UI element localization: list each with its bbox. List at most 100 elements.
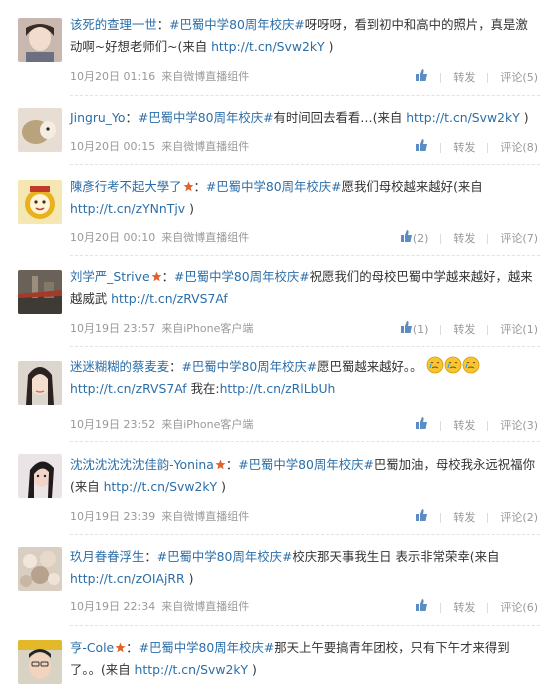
weibo-feed: 该死的查理一世：#巴蜀中学80周年校庆#呀呀呀，看到初中和高中的照片，真是激动啊… bbox=[0, 0, 550, 690]
repost-button[interactable]: 转发 bbox=[453, 600, 475, 616]
post-divider bbox=[70, 625, 540, 627]
topic-hashtag-link[interactable]: #巴蜀中学80周年校庆# bbox=[174, 269, 310, 284]
repost-button[interactable]: 转发 bbox=[453, 322, 475, 338]
post-time[interactable]: 10月20日 00:10 bbox=[70, 231, 155, 244]
post-meta: 10月19日 23:52 来自iPhone客户端 转发 评论(3) bbox=[70, 417, 538, 433]
post-time[interactable]: 10月19日 23:57 bbox=[70, 322, 155, 335]
user-name-link[interactable]: 迷迷糊糊的蔡麦麦 bbox=[70, 359, 169, 374]
like-count: (1) bbox=[412, 323, 429, 336]
repost-button[interactable]: 转发 bbox=[453, 140, 475, 156]
name-separator: ： bbox=[144, 549, 157, 564]
comment-button[interactable]: 评论(7) bbox=[500, 231, 538, 247]
post-actions: 转发 评论(6) bbox=[415, 599, 538, 615]
avatar[interactable] bbox=[18, 361, 62, 405]
avatar[interactable] bbox=[18, 18, 62, 62]
like-button[interactable] bbox=[415, 509, 428, 526]
topic-hashtag-link[interactable]: #巴蜀中学80周年校庆# bbox=[139, 640, 275, 655]
divider bbox=[487, 72, 489, 83]
crying-face-icon bbox=[463, 356, 480, 374]
post-source[interactable]: 来自微博直播组件 bbox=[161, 600, 249, 613]
like-button[interactable]: (1) bbox=[400, 321, 429, 338]
user-name-link[interactable]: 陳彥行考不起大學了 bbox=[70, 179, 182, 194]
avatar[interactable] bbox=[18, 640, 62, 684]
short-url-link[interactable]: http://t.cn/zRVS7Af bbox=[111, 291, 228, 306]
comment-button[interactable]: 评论(8) bbox=[500, 140, 538, 156]
topic-hashtag-link[interactable]: #巴蜀中学80周年校庆# bbox=[138, 110, 274, 125]
short-url-link[interactable]: http://t.cn/zYNnTjv bbox=[70, 201, 185, 216]
repost-button[interactable]: 转发 bbox=[453, 231, 475, 247]
post-source[interactable]: 来自微博直播组件 bbox=[161, 231, 249, 244]
comment-button[interactable]: 评论(2) bbox=[500, 510, 538, 526]
post-actions: (1) 转发 评论(1) bbox=[400, 321, 538, 337]
topic-hashtag-link[interactable]: #巴蜀中学80周年校庆# bbox=[238, 457, 374, 472]
avatar[interactable] bbox=[18, 108, 62, 152]
user-name-link[interactable]: 沈沈沈沈沈沈佳韵-Yonina bbox=[70, 457, 214, 472]
like-button[interactable] bbox=[415, 417, 428, 434]
comment-button[interactable]: 评论(1) bbox=[500, 322, 538, 338]
post-time[interactable]: 10月19日 23:39 bbox=[70, 510, 155, 523]
user-name-link[interactable]: 玖月眷眷浮生 bbox=[70, 549, 144, 564]
user-name-link[interactable]: 亨-Cole bbox=[70, 640, 114, 655]
thumbs-up-icon bbox=[416, 509, 428, 521]
post-meta: 10月20日 00:15 来自微博直播组件 转发 评论(8) bbox=[70, 139, 538, 155]
post-source[interactable]: 来自微博直播组件 bbox=[161, 140, 249, 153]
post-divider bbox=[70, 441, 540, 443]
like-button[interactable] bbox=[415, 139, 428, 156]
post-text: 陳彥行考不起大學了 ：#巴蜀中学80周年校庆#愿我们母校越来越好(来自 http:… bbox=[70, 176, 538, 220]
avatar[interactable] bbox=[18, 270, 62, 314]
like-button[interactable]: (2) bbox=[400, 230, 428, 247]
user-name-link[interactable]: 刘学严_Strive bbox=[70, 269, 150, 284]
topic-hashtag-link[interactable]: #巴蜀中学80周年校庆# bbox=[182, 359, 318, 374]
post-time[interactable]: 10月20日 01:16 bbox=[70, 70, 155, 83]
post-content-location: 我在: bbox=[186, 381, 220, 396]
post-meta: 10月20日 00:10 来自微博直播组件 (2) 转发 评论(7) bbox=[70, 230, 538, 246]
post-divider bbox=[70, 95, 540, 97]
thumbs-up-icon bbox=[400, 321, 412, 333]
comment-button[interactable]: 评论(6) bbox=[500, 600, 538, 616]
crying-face-icon bbox=[445, 356, 462, 374]
repost-button[interactable]: 转发 bbox=[453, 418, 475, 434]
short-url-link[interactable]: http://t.cn/Svw2kY bbox=[135, 662, 249, 677]
crying-face-icon bbox=[427, 356, 444, 374]
repost-button[interactable]: 转发 bbox=[453, 510, 475, 526]
short-url-link[interactable]: http://t.cn/zOIAjRR bbox=[70, 571, 185, 586]
avatar[interactable] bbox=[18, 180, 62, 224]
vip-star-icon bbox=[183, 181, 194, 192]
topic-hashtag-link[interactable]: #巴蜀中学80周年校庆# bbox=[169, 17, 305, 32]
location-url-link[interactable]: http://t.cn/zRlLbUh bbox=[220, 381, 336, 396]
avatar[interactable] bbox=[18, 454, 62, 498]
short-url-link[interactable]: http://t.cn/Svw2kY bbox=[211, 39, 325, 54]
like-button[interactable] bbox=[415, 69, 428, 86]
name-separator: ： bbox=[125, 110, 138, 125]
divider bbox=[440, 324, 442, 335]
name-separator: ： bbox=[161, 269, 174, 284]
user-name-link[interactable]: Jingru_Yo bbox=[70, 110, 125, 125]
topic-hashtag-link[interactable]: #巴蜀中学80周年校庆# bbox=[157, 549, 293, 564]
divider bbox=[487, 602, 489, 613]
post-time[interactable]: 10月19日 22:34 bbox=[70, 600, 155, 613]
repost-button[interactable]: 转发 bbox=[453, 70, 475, 86]
post-source[interactable]: 来自iPhone客户端 bbox=[161, 418, 253, 431]
post-text: 亨-Cole ：#巴蜀中学80周年校庆#那天上午要搞青年团校，只有下午才来得到了。… bbox=[70, 637, 538, 681]
post-source[interactable]: 来自iPhone客户端 bbox=[161, 322, 253, 335]
short-url-link[interactable]: http://t.cn/zRVS7Af bbox=[70, 381, 187, 396]
vip-star-icon bbox=[115, 642, 126, 653]
comment-button[interactable]: 评论(5) bbox=[500, 70, 538, 86]
divider bbox=[440, 512, 442, 523]
post-time[interactable]: 10月20日 00:15 bbox=[70, 140, 155, 153]
post-actions: (2) 转发 评论(7) bbox=[400, 230, 538, 246]
post-tail: ) bbox=[248, 662, 257, 677]
post-source[interactable]: 来自微博直播组件 bbox=[161, 70, 249, 83]
post-divider bbox=[70, 346, 540, 348]
post-source[interactable]: 来自微博直播组件 bbox=[161, 510, 249, 523]
avatar[interactable] bbox=[18, 547, 62, 591]
short-url-link[interactable]: http://t.cn/Svw2kY bbox=[104, 479, 218, 494]
user-name-link[interactable]: 该死的查理一世 bbox=[70, 17, 157, 32]
divider bbox=[487, 512, 489, 523]
topic-hashtag-link[interactable]: #巴蜀中学80周年校庆# bbox=[206, 179, 342, 194]
like-button[interactable] bbox=[415, 599, 428, 616]
comment-button[interactable]: 评论(3) bbox=[500, 418, 538, 434]
post-meta: 10月19日 23:57 来自iPhone客户端 (1) 转发 评论(1) bbox=[70, 321, 538, 337]
short-url-link[interactable]: http://t.cn/Svw2kY bbox=[406, 110, 520, 125]
post-time[interactable]: 10月19日 23:52 bbox=[70, 418, 155, 431]
